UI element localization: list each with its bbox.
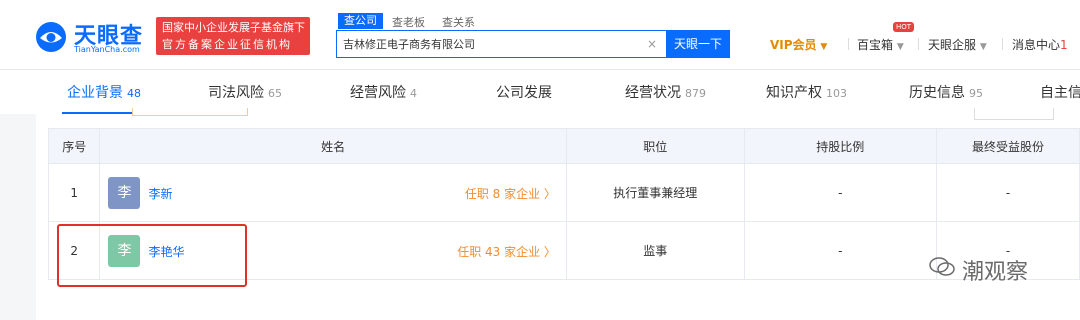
tab-label: 自主信: [1040, 85, 1080, 101]
filter-stub: [132, 108, 248, 116]
tab-count: 879: [685, 87, 706, 100]
tab-label: 司法风险: [208, 85, 264, 101]
tab-legal-risk[interactable]: 司法风险 65: [208, 82, 282, 102]
table-row: 1 李 李新 任职 8 家企业 〉 执行董事兼经理 - -: [47, 163, 1080, 222]
badge-line-1: 国家中小企业发展子基金旗下: [162, 21, 305, 34]
site-logo[interactable]: 天眼查 TianYanCha.com: [34, 18, 154, 58]
name-cell: 李 李新 任职 8 家企业 〉: [99, 163, 567, 222]
divider: [1002, 38, 1003, 50]
search-box: × 天眼一下: [336, 30, 730, 58]
chevron-down-icon: ▼: [979, 42, 987, 52]
clear-icon[interactable]: ×: [647, 37, 657, 51]
header-beneficial: 最终受益股份: [935, 128, 1080, 164]
tab-search-boss[interactable]: 查老板: [392, 14, 425, 30]
tab-label: 企业背景: [67, 85, 123, 101]
tab-count: 95: [969, 87, 983, 100]
position-cell: 执行董事兼经理: [565, 163, 745, 222]
vip-menu[interactable]: VIP会员 ▼: [770, 36, 827, 53]
tab-ip[interactable]: 知识产权 103: [766, 82, 847, 102]
badge-line-2: 官方备案企业征信机构: [162, 38, 292, 51]
hot-badge: HOT: [893, 22, 915, 32]
top-header: 天眼查 TianYanCha.com 国家中小企业发展子基金旗下 官方备案企业征…: [0, 0, 1080, 70]
treasure-menu[interactable]: 百宝箱 ▼: [857, 36, 904, 53]
tab-label: 知识产权: [766, 85, 822, 101]
tab-label: 经营状况: [625, 85, 681, 101]
divider: [918, 38, 919, 50]
tab-label: 公司发展: [496, 85, 552, 101]
tab-label: 经营风险: [350, 85, 406, 101]
tab-count: 103: [826, 87, 847, 100]
message-label: 消息中心: [1012, 38, 1061, 52]
divider: [848, 38, 849, 50]
roles-link[interactable]: 任职 43 家企业 〉: [457, 243, 556, 260]
tab-label: 历史信息: [909, 85, 965, 101]
position-cell: 监事: [565, 221, 745, 280]
message-center[interactable]: 消息中心1: [1012, 36, 1068, 53]
tab-company-development[interactable]: 公司发展: [496, 82, 552, 102]
tab-self-info[interactable]: 自主信: [1040, 82, 1080, 102]
eye-logo-icon: [36, 22, 66, 52]
tab-count: 4: [410, 87, 417, 100]
table-header-row: 序号 姓名 职位 持股比例 最终受益股份: [47, 128, 1080, 164]
share-cell: -: [743, 221, 937, 280]
tab-count: 48: [127, 87, 141, 100]
tab-search-company[interactable]: 查公司: [338, 13, 383, 29]
header-name: 姓名: [99, 128, 567, 164]
chevron-down-icon: ▼: [896, 42, 904, 52]
chevron-down-icon: ▼: [820, 42, 828, 52]
avatar[interactable]: 李: [108, 177, 141, 209]
vip-label: VIP会员: [770, 38, 817, 52]
tab-business-risk[interactable]: 经营风险 4: [350, 82, 417, 102]
search-input[interactable]: [337, 31, 637, 57]
logo-domain: TianYanCha.com: [74, 45, 140, 54]
tab-operating-status[interactable]: 经营状况 879: [625, 82, 706, 102]
row-index: 1: [47, 163, 101, 222]
tab-company-background[interactable]: 企业背景 48: [67, 82, 141, 102]
staff-panel: 序号 姓名 职位 持股比例 最终受益股份 1 李 李新 任职 8 家企业 〉 执…: [36, 114, 1080, 320]
tab-history[interactable]: 历史信息 95: [909, 82, 983, 102]
watermark-text: 潮观察: [962, 260, 1029, 285]
beneficial-cell: -: [935, 163, 1080, 222]
message-count: 1: [1060, 38, 1068, 52]
enterprise-label: 天眼企服: [928, 38, 977, 52]
treasure-label: 百宝箱: [857, 38, 894, 52]
person-name-link[interactable]: 李新: [148, 185, 172, 202]
search-button[interactable]: 天眼一下: [666, 30, 730, 58]
select-stub: [974, 108, 1054, 120]
header-position: 职位: [565, 128, 745, 164]
tab-search-relation[interactable]: 查关系: [442, 14, 475, 30]
official-badge: 国家中小企业发展子基金旗下 官方备案企业征信机构: [156, 17, 310, 55]
tab-count: 65: [268, 87, 282, 100]
header-index: 序号: [47, 128, 101, 164]
roles-link[interactable]: 任职 8 家企业 〉: [465, 185, 556, 202]
share-cell: -: [743, 163, 937, 222]
enterprise-menu[interactable]: 天眼企服 ▼: [928, 36, 987, 53]
header-share: 持股比例: [743, 128, 937, 164]
highlight-box: [57, 224, 247, 287]
wechat-icon: [929, 257, 955, 276]
